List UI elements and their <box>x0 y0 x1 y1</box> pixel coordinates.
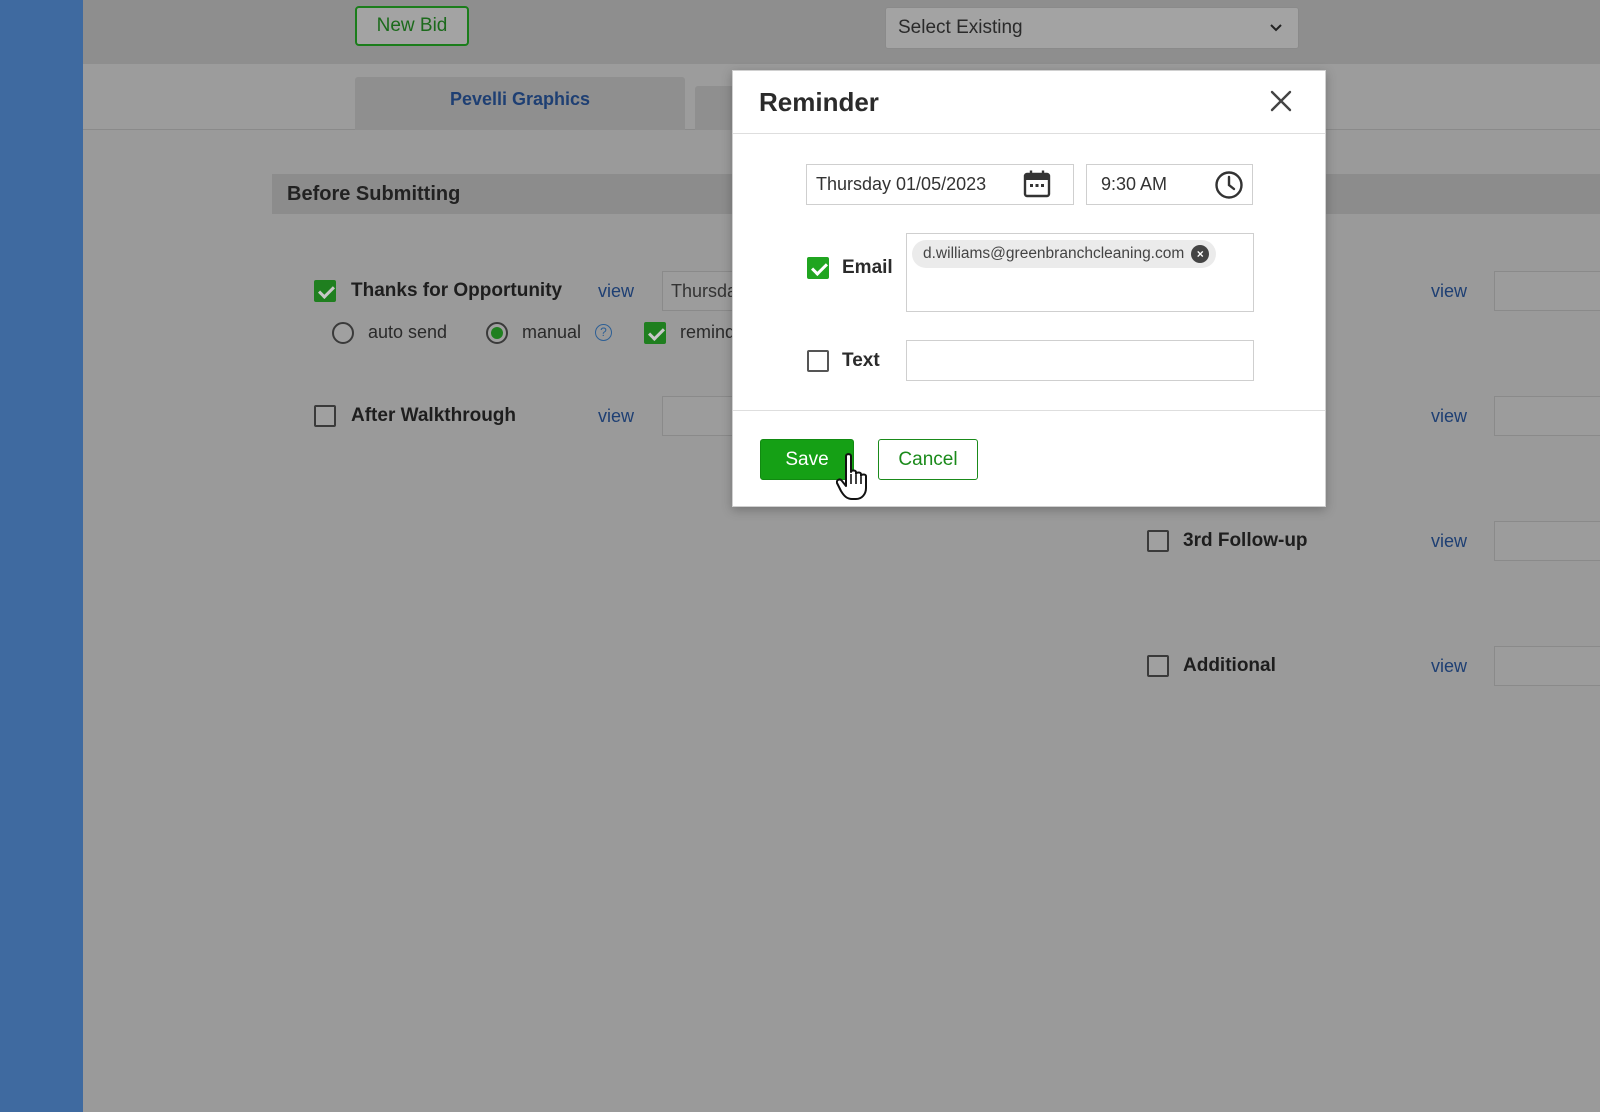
cancel-button[interactable]: Cancel <box>878 439 978 480</box>
email-chip: d.williams@greenbranchcleaning.com × <box>912 240 1217 268</box>
third-follow-up-date-field[interactable] <box>1494 521 1600 561</box>
left-sidebar <box>0 0 83 1112</box>
chevron-down-icon <box>1270 8 1282 64</box>
select-existing-dropdown[interactable]: Select Existing <box>885 7 1299 49</box>
after-walkthrough-label: After Walkthrough <box>351 405 517 426</box>
text-label: Text <box>842 350 880 371</box>
additional-view-link[interactable]: view <box>1431 656 1467 677</box>
thanks-for-opportunity-date-field[interactable]: Thursday 01/05/2023 <box>662 271 742 311</box>
reminder-checkbox[interactable] <box>644 322 666 344</box>
email-chip-text: d.williams@greenbranchcleaning.com <box>923 245 1185 262</box>
modal-title: Reminder <box>759 87 879 117</box>
text-checkbox[interactable] <box>807 350 829 372</box>
third-follow-up-view-link[interactable]: view <box>1431 531 1467 552</box>
auto-send-radio[interactable] <box>332 322 354 344</box>
after-walkthrough-checkbox[interactable] <box>314 405 336 427</box>
right-view-link-1[interactable]: view <box>1431 281 1467 302</box>
third-follow-up-label: 3rd Follow-up <box>1183 530 1308 551</box>
thanks-for-opportunity-checkbox[interactable] <box>314 280 336 302</box>
modal-footer-divider <box>733 410 1325 411</box>
email-checkbox[interactable] <box>807 257 829 279</box>
email-label: Email <box>842 257 893 278</box>
auto-send-label: auto send <box>368 322 448 342</box>
clock-icon[interactable] <box>1214 170 1244 200</box>
after-walkthrough-view-link[interactable]: view <box>598 406 634 427</box>
right-date-field-1[interactable] <box>1494 271 1600 311</box>
additional-checkbox[interactable] <box>1147 655 1169 677</box>
calendar-icon[interactable] <box>1023 169 1051 199</box>
close-icon[interactable] <box>1269 89 1293 113</box>
hand-cursor-icon <box>835 452 874 502</box>
new-bid-button[interactable]: New Bid <box>355 6 469 46</box>
modal-header-divider <box>733 133 1325 134</box>
after-walkthrough-date-field[interactable] <box>662 396 742 436</box>
third-follow-up-checkbox[interactable] <box>1147 530 1169 552</box>
right-view-link-2[interactable]: view <box>1431 406 1467 427</box>
remove-chip-icon[interactable]: × <box>1191 245 1210 263</box>
manual-radio[interactable] <box>486 322 508 344</box>
reminder-label: remind <box>680 322 732 342</box>
email-recipients-field[interactable]: d.williams@greenbranchcleaning.com × <box>906 233 1254 312</box>
top-toolbar: New Bid Select Existing <box>83 0 1600 64</box>
thanks-for-opportunity-label: Thanks for Opportunity <box>351 280 563 301</box>
additional-date-field[interactable] <box>1494 646 1600 686</box>
tab-pevelli-graphics[interactable]: Pevelli Graphics <box>355 77 685 130</box>
additional-label: Additional <box>1183 655 1276 676</box>
reminder-modal: Reminder Thursday 01/05/2023 9:30 AM Ema… <box>732 70 1326 507</box>
thanks-for-opportunity-view-link[interactable]: view <box>598 281 634 302</box>
select-existing-value: Select Existing <box>898 17 1023 38</box>
manual-label: manual <box>522 322 582 342</box>
right-date-field-2[interactable] <box>1494 396 1600 436</box>
help-icon[interactable]: ? <box>595 324 612 341</box>
text-recipients-field[interactable] <box>906 340 1254 381</box>
